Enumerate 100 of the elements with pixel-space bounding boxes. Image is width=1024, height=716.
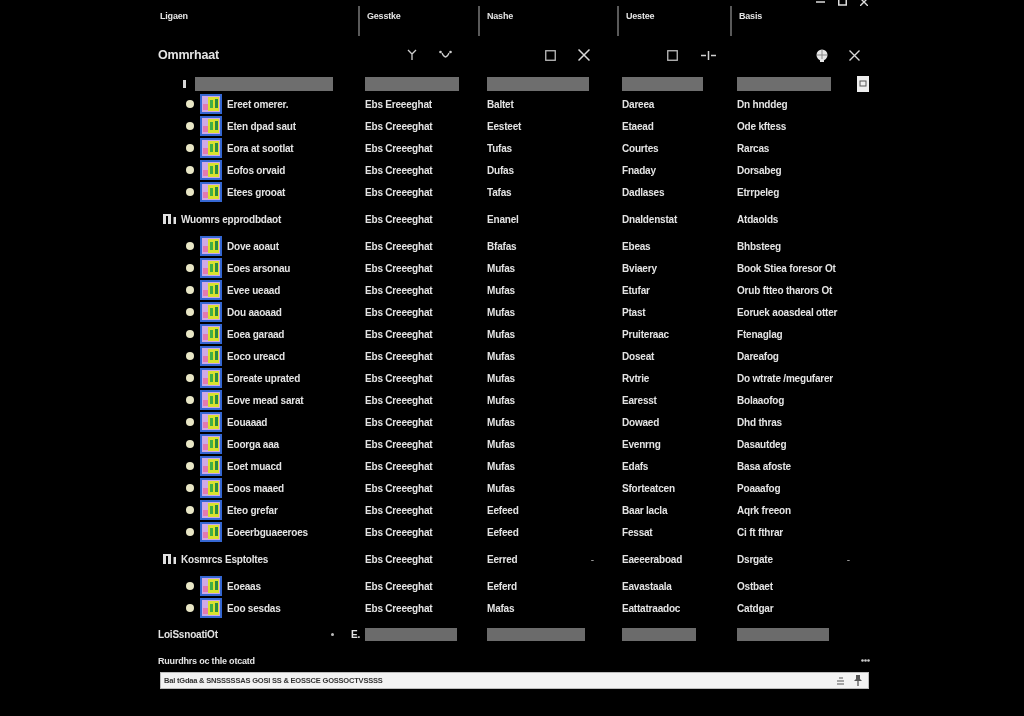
column-header[interactable]: Ligaen [160, 11, 188, 21]
item-name[interactable]: Eove mead sarat [227, 394, 304, 406]
table-cell: Mufas [487, 328, 515, 340]
item-name[interactable]: Evee ueaad [227, 284, 281, 296]
item-name[interactable]: Eoea garaad [227, 328, 285, 340]
table-cell: Mafas [487, 602, 515, 614]
maximize-icon[interactable] [545, 49, 556, 61]
table-cell: Eefeed [487, 526, 519, 538]
status-dot-icon [186, 188, 194, 196]
maximize-icon[interactable] [838, 0, 847, 6]
table-cell: Bfafas [487, 240, 517, 252]
table-cell: Ebs Creeeghat [365, 164, 433, 176]
item-name[interactable]: Eoos maaed [227, 482, 284, 494]
table-cell: Ebs Creeeghat [365, 416, 433, 428]
antenna-icon[interactable] [407, 49, 417, 61]
status-dot-icon [186, 242, 194, 250]
filter-field[interactable] [622, 76, 703, 91]
table-cell: Dsrgate [737, 553, 773, 565]
close-icon[interactable] [578, 49, 590, 61]
table-cell: Eavastaala [622, 580, 672, 592]
maximize-icon[interactable] [667, 49, 678, 61]
globe-icon[interactable] [816, 48, 828, 62]
item-name[interactable]: Eoo sesdas [227, 602, 281, 614]
table-cell: Eefeed [487, 504, 519, 516]
table-cell: Ebs Creeeghat [365, 460, 433, 472]
thumbnail-icon [200, 598, 222, 618]
minimize-icon[interactable] [816, 0, 825, 4]
table-cell: Orub ftteo tharors Ot [737, 284, 833, 296]
item-name[interactable]: Eten dpad saut [227, 120, 296, 132]
thumbnail-icon [200, 280, 222, 300]
item-name[interactable]: Dove aoaut [227, 240, 279, 252]
column-header[interactable]: Basis [739, 11, 763, 21]
split-icon[interactable] [701, 50, 716, 60]
table-cell: Mufas [487, 438, 515, 450]
close-icon[interactable] [849, 49, 860, 61]
table-cell: Enanel [487, 213, 519, 225]
status-dot-icon [186, 462, 194, 470]
item-name[interactable]: Eoet muacd [227, 460, 282, 472]
close-icon[interactable] [860, 0, 868, 6]
table-cell: Bhbsteeg [737, 240, 781, 252]
status-dot-icon [186, 396, 194, 404]
filter-field[interactable] [365, 76, 459, 91]
item-name[interactable]: Eoreate uprated [227, 372, 301, 384]
item-name[interactable]: Eora at sootlat [227, 142, 294, 154]
arc-icon[interactable] [439, 50, 452, 60]
item-name[interactable]: Eoeerbguaeeroes [227, 526, 308, 538]
bars-icon[interactable] [163, 214, 176, 224]
item-name[interactable]: Dou aaoaad [227, 306, 282, 318]
table-cell: Dowaed [622, 416, 660, 428]
status-dot-icon [186, 166, 194, 174]
thumbnail-icon [200, 390, 222, 410]
table-cell: Etaead [622, 120, 654, 132]
table-cell: Basa afoste [737, 460, 791, 472]
table-cell: Atdaolds [737, 213, 779, 225]
thumbnail-icon [200, 478, 222, 498]
table-cell: Dareea [622, 98, 655, 110]
table-cell: Eattatraadoc [622, 602, 681, 614]
table-cell: Fnaday [622, 164, 656, 176]
item-name[interactable]: Eoorga aaa [227, 438, 279, 450]
pushpin-icon[interactable] [854, 675, 862, 686]
thumbnail-icon [200, 346, 222, 366]
item-name[interactable]: Ereet omerer. [227, 98, 289, 110]
table-cell: Etrrpeleg [737, 186, 780, 198]
table-cell: Ebs Creeeghat [365, 372, 433, 384]
group-header[interactable]: Wuomrs epprodbdaot [181, 213, 282, 225]
table-cell: Baar lacla [622, 504, 668, 516]
item-name[interactable]: Eoeaas [227, 580, 261, 592]
table-cell: Dasautdeg [737, 438, 787, 450]
table-cell: Ebs Creeeghat [365, 394, 433, 406]
thumbnail-icon [200, 138, 222, 158]
table-cell: Mufas [487, 416, 515, 428]
thumbnail-icon [200, 576, 222, 596]
table-cell: Mufas [487, 284, 515, 296]
table-cell: Dareafog [737, 350, 779, 362]
table-cell: Ebs Creeeghat [365, 553, 433, 565]
filter-field[interactable] [195, 76, 333, 91]
table-cell: Ebs Ereeeghat [365, 98, 432, 110]
table-cell: Ebeas [622, 240, 651, 252]
bars-icon[interactable] [163, 554, 176, 564]
thumbnail-icon [200, 368, 222, 388]
item-name[interactable]: Eouaaad [227, 416, 268, 428]
filter-field[interactable] [487, 76, 589, 91]
thumbnail-icon [200, 94, 222, 114]
column-header[interactable]: Nashe [487, 11, 513, 21]
item-name[interactable]: Eteo grefar [227, 504, 278, 516]
panel-title: Ommrhaat [158, 48, 219, 62]
page-icon[interactable] [857, 75, 869, 92]
status-dot-icon [186, 352, 194, 360]
item-name[interactable]: Eofos orvaid [227, 164, 286, 176]
table-cell: Mufas [487, 394, 515, 406]
filter-field[interactable] [737, 76, 831, 91]
more-icon[interactable] [861, 659, 870, 662]
column-header[interactable]: Gesstke [367, 11, 401, 21]
group-header[interactable]: Kosmrcs Esptoltes [181, 553, 269, 565]
item-name[interactable]: Eoes arsonau [227, 262, 291, 274]
item-name[interactable]: Eoco ureacd [227, 350, 285, 362]
table-cell: Ptast [622, 306, 646, 318]
column-header[interactable]: Uestee [626, 11, 655, 21]
item-name[interactable]: Etees grooat [227, 186, 286, 198]
thumbnail-icon [200, 302, 222, 322]
